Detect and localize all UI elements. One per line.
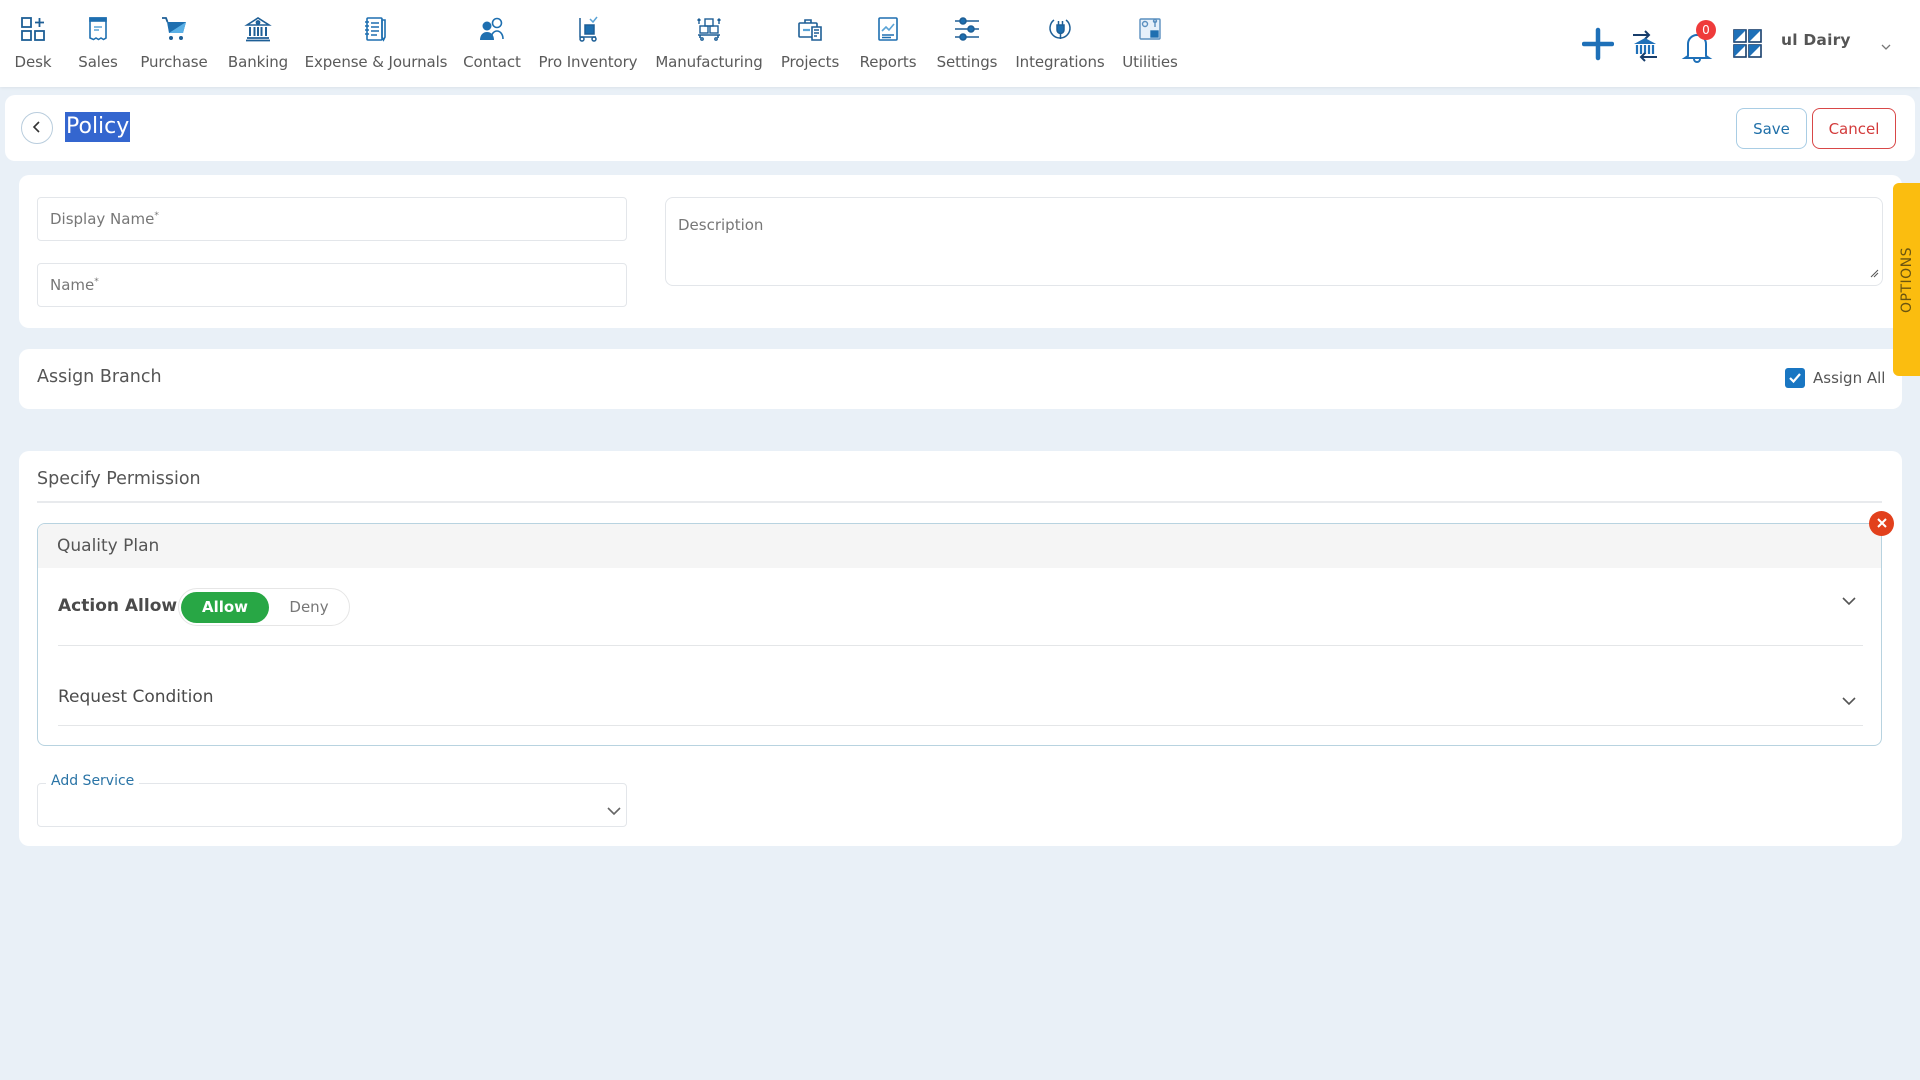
sliders-icon [952,14,982,44]
section-divider [37,501,1882,503]
report-chart-icon [873,14,903,44]
description-placeholder: Description [678,216,764,234]
nav-label: Desk [14,53,52,71]
nav-label: Expense & Journals [304,53,448,71]
contacts-icon [477,14,507,44]
action-allow-label: Action Allow [58,596,178,616]
nav-item-projects[interactable]: Projects [780,14,840,78]
chevron-down-icon [606,801,622,820]
nav-label: Banking [227,53,289,71]
forklift-icon [573,14,603,44]
checkmark-icon [1788,369,1802,388]
nav-item-reports[interactable]: Reports [859,14,917,78]
nav-label: Reports [859,53,917,71]
row-divider [58,725,1863,726]
bank-icon [243,14,273,44]
options-tab-label: OPTIONS [1898,246,1915,313]
boxes-icon [694,14,724,44]
plus-icon [1581,27,1615,70]
nav-label: Contact [463,53,521,71]
nav-label: Purchase [140,53,208,71]
display-name-field[interactable]: Display Name* [37,197,627,241]
apps-grid-button[interactable] [1733,22,1763,66]
bank-transfer-button[interactable] [1630,22,1660,66]
desk-icon [18,14,48,44]
chevron-down-icon[interactable] [1841,591,1857,610]
service-name: Quality Plan [57,536,160,556]
resize-grip-icon[interactable] [1869,263,1879,282]
nav-label: Settings [936,53,998,71]
nav-item-manufacturing[interactable]: Manufacturing [655,14,763,78]
top-navigation-bar: Desk Sales Purchase Banking Expense & Jo… [0,0,1920,87]
nav-label: Manufacturing [655,53,763,71]
receipt-icon [83,14,113,44]
close-icon [1876,514,1888,533]
plug-icon [1045,14,1075,44]
quick-add-button[interactable] [1581,22,1615,66]
nav-item-banking[interactable]: Banking [228,14,288,78]
notebook-icon [361,14,391,44]
nav-item-utilities[interactable]: Utilities [1122,14,1178,78]
assign-branch-title: Assign Branch [37,367,162,387]
chevron-down-icon[interactable] [1880,36,1892,55]
nav-item-contact[interactable]: Contact [463,14,521,78]
request-condition-label[interactable]: Request Condition [58,687,214,707]
chevron-down-icon[interactable] [1841,691,1857,710]
chevron-left-icon [31,119,43,138]
policy-details-card: Display Name* Name* Description [19,175,1902,328]
specify-permission-title: Specify Permission [37,469,201,489]
nav-item-purchase[interactable]: Purchase [139,14,209,78]
briefcase-icon [795,14,825,44]
bank-transfer-icon [1630,30,1660,70]
company-name[interactable]: ul Dairy [1781,31,1851,49]
cart-icon [159,14,189,44]
nav-item-pro-inventory[interactable]: Pro Inventory [538,14,638,78]
nav-item-desk[interactable]: Desk [11,14,55,78]
assign-branch-card: Assign Branch Assign All [19,349,1902,409]
save-button[interactable]: Save [1736,108,1807,149]
allow-option[interactable]: Allow [181,592,269,623]
cancel-button[interactable]: Cancel [1812,108,1896,149]
options-side-tab[interactable]: OPTIONS [1893,183,1920,376]
assign-all-checkbox[interactable] [1785,368,1805,388]
assign-all-label[interactable]: Assign All [1813,369,1885,387]
bell-icon [1680,34,1714,70]
name-field[interactable]: Name* [37,263,627,307]
nav-label: Sales [78,53,118,71]
notifications-button[interactable]: 0 [1680,20,1716,66]
add-service-label: Add Service [46,773,140,789]
add-service-select[interactable]: Add Service [37,773,627,827]
display-name-label: Display Name* [50,210,159,228]
service-permission-block: Quality Plan Action Allow Allow Deny Req… [37,523,1882,746]
row-divider [58,645,1863,646]
page-title: Policy [65,112,131,142]
nav-item-settings[interactable]: Settings [936,14,998,78]
nav-label: Projects [780,53,840,71]
nav-item-expense-journals[interactable]: Expense & Journals [305,14,447,78]
nav-item-sales[interactable]: Sales [74,14,122,78]
service-header: Quality Plan [38,524,1881,568]
allow-deny-toggle[interactable]: Allow Deny [178,588,350,626]
deny-option[interactable]: Deny [269,592,349,623]
nav-label: Integrations [1015,53,1105,71]
notification-badge: 0 [1696,20,1716,40]
utilities-icon [1135,14,1165,44]
back-button[interactable] [21,112,53,144]
description-textarea[interactable]: Description [665,197,1883,286]
page-header: Policy Save Cancel [5,95,1915,161]
name-label: Name* [50,276,99,294]
nav-label: Pro Inventory [538,53,638,71]
remove-service-button[interactable] [1869,511,1894,536]
nav-item-integrations[interactable]: Integrations [1015,14,1105,78]
nav-label: Utilities [1122,53,1178,71]
grid-icon [1733,29,1763,70]
specify-permission-card: Specify Permission Quality Plan Action A… [19,451,1902,846]
